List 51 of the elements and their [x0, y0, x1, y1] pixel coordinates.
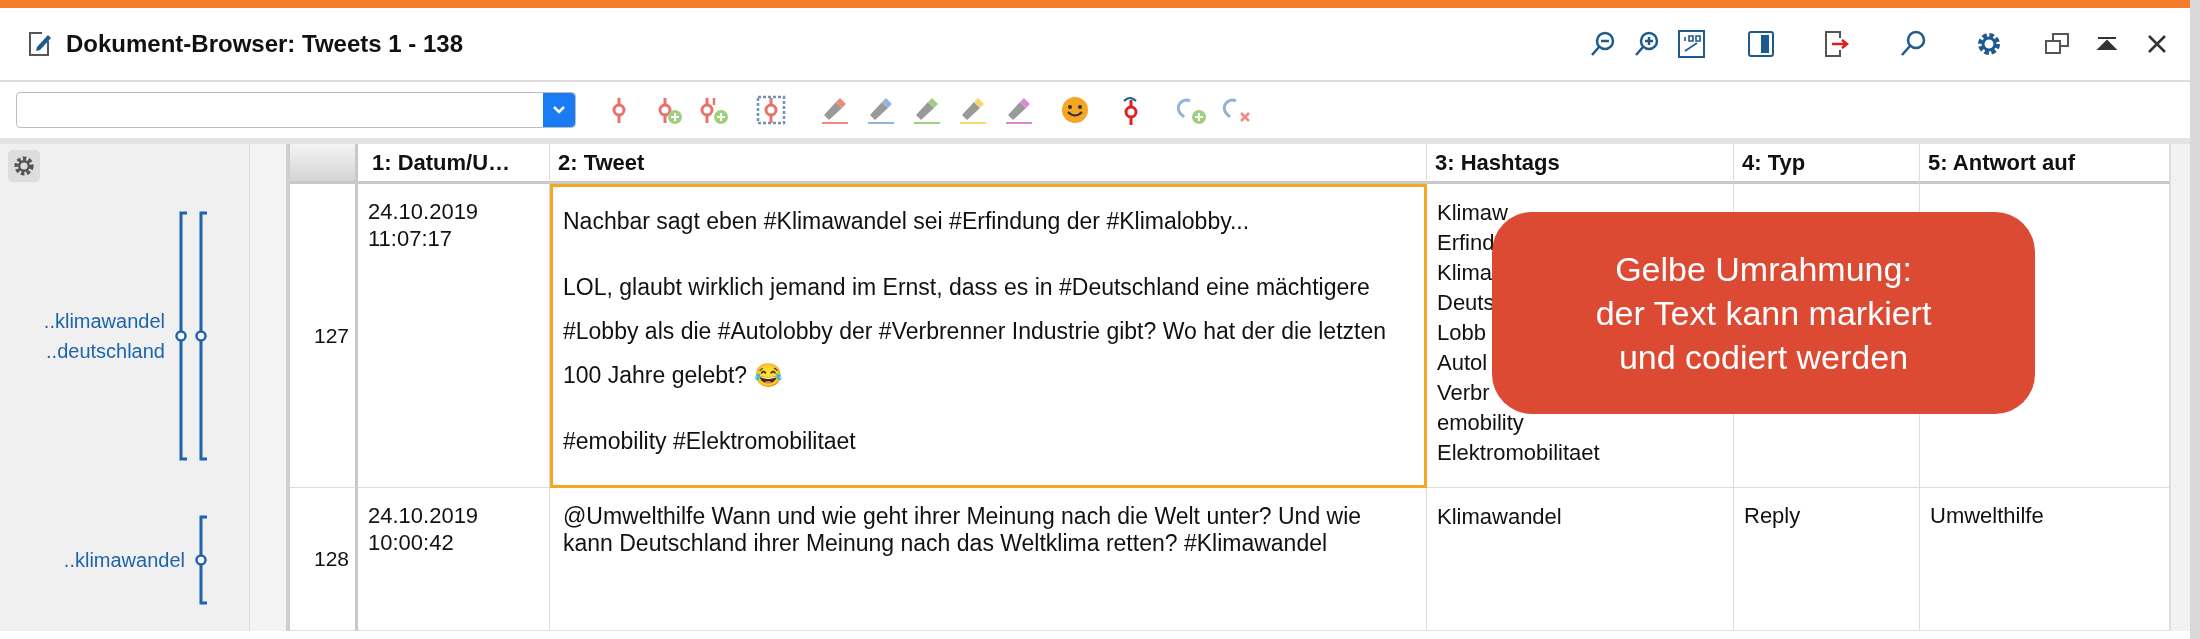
reply-to-text: Umwelthilfe — [1930, 502, 2044, 529]
chevron-down-icon — [552, 105, 566, 115]
code-label[interactable]: ..deutschland — [46, 336, 165, 366]
column-header[interactable]: 3: Hashtags — [1427, 144, 1734, 184]
document-edit-icon — [28, 31, 52, 57]
type-text: Reply — [1744, 502, 1801, 529]
hashtag-text: Autol — [1437, 349, 1488, 377]
settings-icon — [12, 154, 36, 178]
row-number: 128 — [290, 488, 358, 631]
code-bracket-icon[interactable] — [195, 211, 209, 461]
highlighter-icon[interactable] — [820, 95, 850, 125]
hashtag-text: Erfind — [1437, 229, 1495, 257]
code-selection-icon[interactable] — [756, 95, 786, 125]
tweet-text: @Umwelthilfe Wann und wie geht ihrer Meinung nach die Welt unter? Und wie kann Deutschland ihrer Meinung nach das Weltklima retten? #Klimawandel — [563, 503, 1363, 557]
smiley-icon[interactable] — [1060, 95, 1090, 125]
hashtag-text: Klimaw — [1437, 199, 1508, 227]
panel-toggle-icon[interactable] — [1746, 29, 1776, 59]
window-title: Dokument-Browser: Tweets 1 - 138 — [66, 30, 464, 58]
code-bracket-icon[interactable] — [195, 514, 209, 605]
column-header[interactable]: 2: Tweet — [550, 144, 1427, 184]
tweet-cell[interactable]: @Umwelthilfe Wann und wie geht ihrer Meinung nach die Welt unter? Und wie kann Deutschland ihrer Meinung nach das Weltklima retten? #Klimawandel — [550, 488, 1427, 631]
tweet-text: #emobility #Elektromobilitaet — [563, 427, 857, 456]
column-header[interactable]: 1: Datum/U… — [358, 144, 550, 184]
hashtag-text: Klimawandel — [1437, 503, 1562, 531]
column-header[interactable]: 4: Typ — [1734, 144, 1920, 184]
tweet-text: Nachbar sagt eben #Klimawandel sei #Erfindung der #Klimalobby... — [563, 207, 1251, 236]
date-time-text: 24.10.2019 — [368, 198, 479, 225]
tweet-cell[interactable] — [550, 184, 1427, 488]
tweet-text: LOL, glaubt wirklich jemand im Ernst, dass es in #Deutschland eine mächtigere #Lobby als die #Autolobby der #Verbrenner Industrie gibt? Wo hat der die letzten 100 Jahre gelebt? 😂 — [563, 273, 1387, 390]
code-pins-add-icon[interactable] — [698, 95, 728, 125]
hashtag-text: Lobb — [1437, 319, 1486, 347]
date-time-text: 10:00:42 — [368, 529, 454, 556]
hashtag-text: Elektromobilitaet — [1437, 439, 1600, 467]
highlighter-icon[interactable] — [866, 95, 896, 125]
hashtag-text: Deuts — [1437, 289, 1495, 317]
highlighter-icon[interactable] — [912, 95, 942, 125]
row-number: 127 — [290, 184, 358, 488]
header-corner — [290, 144, 358, 184]
code-bracket-icon[interactable] — [175, 211, 189, 461]
highlighter-icon[interactable] — [958, 95, 988, 125]
date-time-text: 11:07:17 — [368, 225, 452, 252]
code-label[interactable]: ..klimawandel — [43, 306, 165, 336]
zoom-reset-icon[interactable] — [1676, 29, 1706, 59]
date-time-text: 24.10.2019 — [368, 502, 479, 529]
code-label[interactable]: ..klimawandel — [63, 544, 185, 575]
hashtag-text: Klima — [1437, 259, 1492, 287]
hashtag-text: emobility — [1437, 409, 1524, 437]
code-combo-field[interactable] — [16, 92, 576, 128]
hashtag-text: Verbr — [1437, 379, 1490, 407]
highlighter-icon[interactable] — [1004, 95, 1034, 125]
settings-button[interactable] — [8, 150, 40, 182]
